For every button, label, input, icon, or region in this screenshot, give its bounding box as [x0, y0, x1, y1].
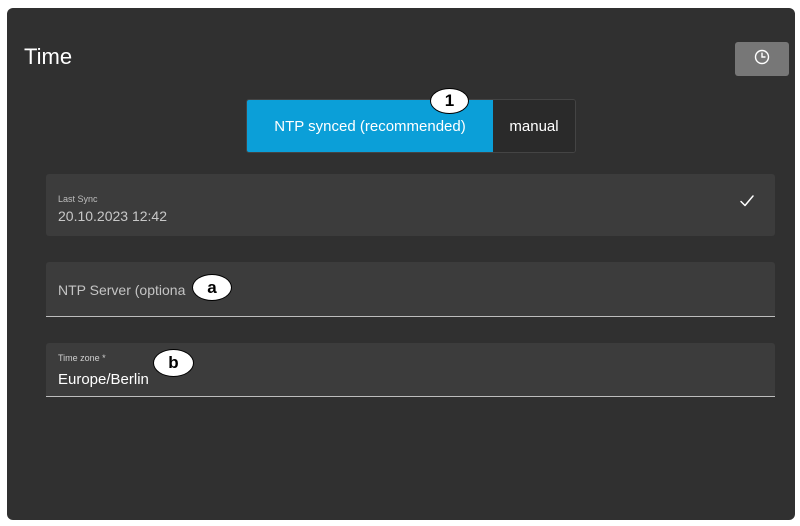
clock-icon: [754, 49, 770, 70]
clock-button[interactable]: [735, 42, 789, 76]
last-sync-card: Last Sync 20.10.2023 12:42: [46, 174, 775, 236]
manual-option[interactable]: manual: [493, 100, 575, 152]
last-sync-label: Last Sync: [58, 194, 98, 204]
time-zone-value: Europe/Berlin: [58, 371, 149, 388]
checkmark-icon: [739, 194, 755, 213]
ntp-server-field[interactable]: NTP Server (optiona: [46, 262, 775, 317]
last-sync-value: 20.10.2023 12:42: [58, 208, 167, 224]
time-zone-label: Time zone *: [58, 353, 106, 363]
callout-marker-b: b: [153, 349, 194, 377]
callout-marker-1: 1: [430, 88, 469, 114]
callout-marker-a: a: [192, 274, 232, 301]
sync-mode-toggle: NTP synced (recommended) manual: [246, 99, 576, 153]
page-title: Time: [24, 44, 73, 69]
ntp-server-placeholder: NTP Server (optiona: [58, 282, 186, 298]
